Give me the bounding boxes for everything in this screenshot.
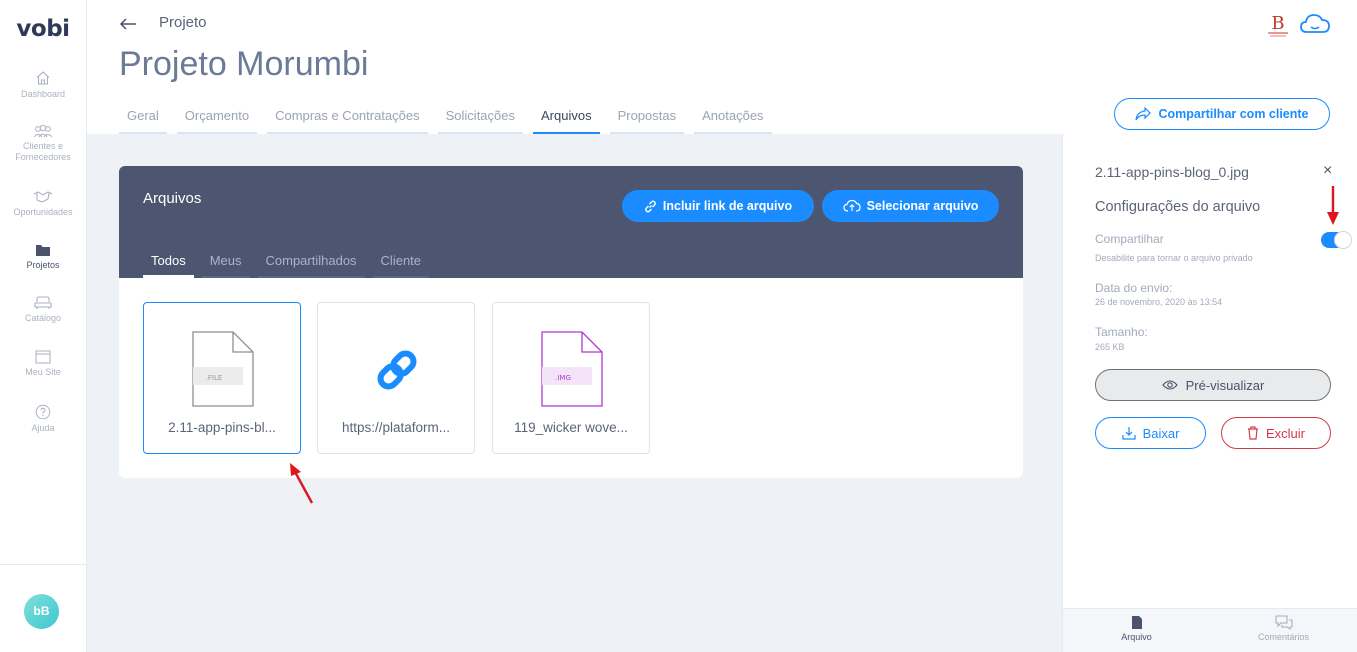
tab-compartilhados[interactable]: Compartilhados <box>257 248 365 278</box>
download-icon <box>1121 427 1136 440</box>
file-item[interactable]: .IMG 119_wicker wove... <box>492 302 650 454</box>
sidebar-item-label: Meu Site <box>25 367 61 377</box>
sidebar-item-projects[interactable]: Projetos <box>0 243 86 271</box>
file-name: https://plataform... <box>341 420 451 435</box>
files-title: Arquivos <box>143 190 202 207</box>
footer-tab-label: Comentários <box>1257 632 1310 642</box>
sidebar-item-opportunities[interactable]: Oportunidades <box>0 190 86 218</box>
company-logo-icon[interactable]: B <box>1264 12 1292 38</box>
eye-icon <box>1161 380 1178 390</box>
tab-orcamento[interactable]: Orçamento <box>176 100 258 134</box>
panel-heading: Configurações do arquivo <box>1095 199 1261 215</box>
share-button-label: Compartilhar com cliente <box>1158 107 1309 121</box>
tab-meus[interactable]: Meus <box>201 248 250 278</box>
sidebar-item-clients[interactable]: Clientes e Fornecedores <box>0 124 86 163</box>
file-icon <box>1131 616 1142 629</box>
select-file-label: Selecionar arquivo <box>866 199 979 213</box>
tab-compras[interactable]: Compras e Contratações <box>267 100 428 134</box>
sidebar-item-help[interactable]: Ajuda <box>0 404 86 434</box>
cloud-upload-icon <box>842 199 861 212</box>
sidebar-item-dashboard[interactable]: Dashboard <box>0 70 86 100</box>
sidebar: vobi Dashboard Clientes e Fornecedores O… <box>0 0 87 652</box>
share-hint: Desabilite para tornar o arquivo privado <box>1095 253 1253 263</box>
project-tabs: Geral Orçamento Compras e Contratações S… <box>119 100 782 134</box>
preview-button[interactable]: Pré-visualizar <box>1095 369 1331 401</box>
share-label: Compartilhar <box>1095 232 1164 246</box>
people-icon <box>33 124 53 138</box>
sofa-icon <box>34 296 52 309</box>
tab-comments[interactable]: Comentários <box>1210 615 1357 642</box>
annotation-arrow-icon <box>290 463 314 504</box>
size-value: 265 KB <box>1095 342 1125 352</box>
link-icon <box>377 350 417 390</box>
files-card-header: Arquivos Incluir link de arquivo Selecio… <box>119 166 1023 278</box>
breadcrumb[interactable]: Projeto <box>159 14 207 31</box>
sidebar-item-label: Projetos <box>26 260 60 270</box>
sidebar-item-label: Clientes e Fornecedores <box>15 141 71 162</box>
files-filter-tabs: Todos Meus Compartilhados Cliente <box>143 248 437 278</box>
link-icon <box>644 200 656 212</box>
file-name: 119_wicker wove... <box>514 420 628 435</box>
tab-todos[interactable]: Todos <box>143 248 194 278</box>
delete-label: Excluir <box>1265 425 1305 441</box>
close-icon[interactable]: × <box>1323 162 1332 180</box>
file-details-panel: 2.11-app-pins-blog_0.jpg × Configurações… <box>1062 134 1357 652</box>
file-icon: .FILE <box>192 331 254 407</box>
tab-anotacoes[interactable]: Anotações <box>694 100 772 134</box>
tab-arquivos[interactable]: Arquivos <box>533 100 600 134</box>
comments-icon <box>1275 615 1292 630</box>
tab-file-details[interactable]: Arquivo <box>1063 615 1210 642</box>
file-item[interactable]: https://plataform... <box>317 302 475 454</box>
browser-icon <box>35 350 51 364</box>
page-title: Projeto Morumbi <box>119 45 369 83</box>
tab-solicitacoes[interactable]: Solicitações <box>437 100 523 134</box>
file-type-label: .FILE <box>206 374 223 382</box>
panel-footer-tabs: Arquivo Comentários <box>1063 608 1357 652</box>
svg-text:B: B <box>1271 13 1284 34</box>
back-arrow-icon[interactable] <box>118 14 138 34</box>
download-button[interactable]: Baixar <box>1095 417 1206 449</box>
sidebar-item-label: Oportunidades <box>13 207 73 217</box>
tab-propostas[interactable]: Propostas <box>609 100 685 134</box>
preview-label: Pré-visualizar <box>1185 377 1265 393</box>
sent-date-label: Data do envio: <box>1095 281 1173 295</box>
sidebar-item-label: Ajuda <box>31 423 55 433</box>
delete-button[interactable]: Excluir <box>1221 417 1331 449</box>
selected-file-name: 2.11-app-pins-blog_0.jpg <box>1095 164 1249 180</box>
handshake-icon <box>33 191 53 203</box>
sidebar-item-site[interactable]: Meu Site <box>0 350 86 378</box>
download-label: Baixar <box>1142 425 1180 441</box>
main-content: Arquivos Incluir link de arquivo Selecio… <box>87 134 1062 652</box>
files-card: Arquivos Incluir link de arquivo Selecio… <box>119 166 1023 478</box>
sidebar-item-label: Dashboard <box>20 89 66 99</box>
share-toggle[interactable] <box>1321 231 1352 249</box>
tab-geral[interactable]: Geral <box>119 100 167 134</box>
add-link-label: Incluir link de arquivo <box>662 199 793 213</box>
select-file-button[interactable]: Selecionar arquivo <box>822 190 999 222</box>
cloud-icon[interactable] <box>1299 10 1331 38</box>
sidebar-footer: bB <box>0 564 86 652</box>
tab-cliente[interactable]: Cliente <box>372 248 430 278</box>
help-icon <box>35 404 51 420</box>
sidebar-item-catalog[interactable]: Catálogo <box>0 296 86 324</box>
sidebar-item-label: Catálogo <box>24 313 62 323</box>
file-type-label: .IMG <box>555 374 571 382</box>
image-file-icon: .IMG <box>541 331 603 407</box>
annotation-arrow-icon <box>1327 186 1339 225</box>
home-icon <box>36 71 50 85</box>
trash-icon <box>1247 426 1258 440</box>
avatar[interactable]: bB <box>24 594 59 629</box>
file-item[interactable]: .FILE 2.11-app-pins-bl... <box>143 302 301 454</box>
folder-icon <box>36 245 50 256</box>
share-icon <box>1135 107 1152 121</box>
footer-tab-label: Arquivo <box>1121 632 1152 642</box>
sent-date-value: 26 de novembro, 2020 às 13:54 <box>1095 297 1223 307</box>
share-with-client-button[interactable]: Compartilhar com cliente <box>1114 98 1330 130</box>
file-name: 2.11-app-pins-bl... <box>168 420 276 435</box>
vobi-logo[interactable]: vobi <box>0 16 86 42</box>
add-file-link-button[interactable]: Incluir link de arquivo <box>622 190 814 222</box>
page-header: Projeto Projeto Morumbi B Geral Orçament… <box>87 0 1357 134</box>
toggle-knob <box>1334 231 1352 249</box>
size-label: Tamanho: <box>1095 325 1148 339</box>
